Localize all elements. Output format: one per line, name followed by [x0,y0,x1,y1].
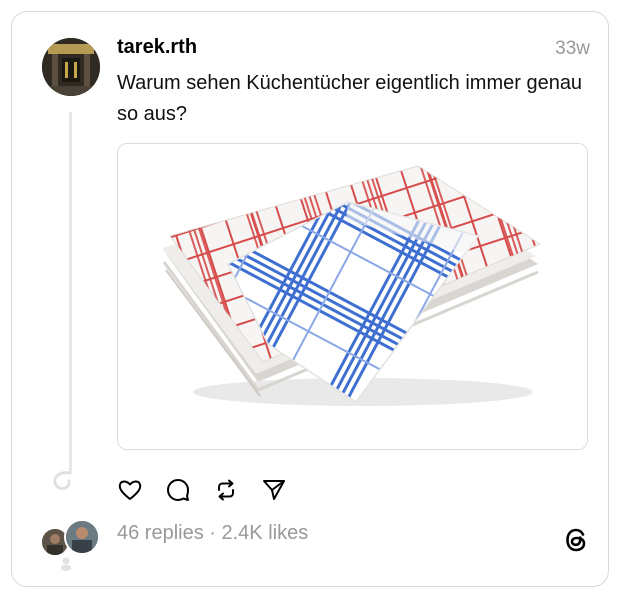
threads-logo-icon[interactable] [562,525,590,555]
heart-icon[interactable] [117,477,143,503]
post-image[interactable] [117,143,588,450]
replier-avatar-placeholder [58,555,74,571]
post-text: Warum sehen Küchentücher eigentlich imme… [117,72,583,125]
thread-connector-line [69,112,72,472]
repost-icon[interactable] [213,477,239,503]
author-avatar[interactable] [42,38,100,96]
comment-icon[interactable] [165,477,191,503]
replier-avatars[interactable] [38,517,102,572]
post-card[interactable]: tarek.rth 33w Warum sehen Küchentücher e… [11,11,609,587]
post-timestamp: 33w [555,38,590,59]
thread-loop-icon [53,471,72,490]
avatar-image [42,38,100,96]
replier-avatar [64,519,100,555]
author-username[interactable]: tarek.rth [117,36,197,59]
kitchen-towels-photo [118,144,587,449]
send-icon[interactable] [261,477,287,503]
post-actions [117,477,287,503]
post-stats[interactable]: 46 replies · 2.4K likes [117,522,308,545]
